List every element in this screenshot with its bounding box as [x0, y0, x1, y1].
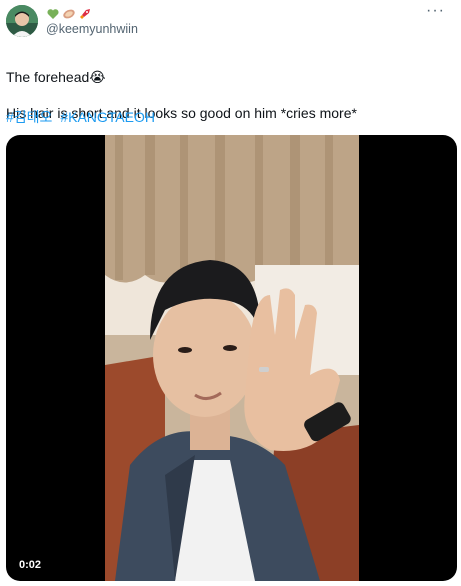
video-frame-image — [105, 135, 359, 581]
video-duration-badge: 0:02 — [14, 557, 47, 573]
hashtag-link[interactable]: #김태오 — [6, 109, 52, 125]
hashtags: #김태오 #KANGTAEOH — [6, 107, 159, 127]
green-heart-icon — [47, 9, 59, 19]
avatar[interactable] — [6, 5, 38, 37]
video-thumbnail[interactable] — [105, 135, 359, 581]
display-name[interactable] — [46, 6, 92, 22]
user-handle[interactable]: @keemyunhwiin — [46, 22, 138, 36]
video-player[interactable]: 0:02 — [6, 135, 457, 581]
tweet-line-1: The forehead😭 — [6, 69, 106, 85]
bread-icon — [63, 9, 75, 19]
rocket-icon — [80, 9, 90, 19]
hashtag-link[interactable]: #KANGTAEOH — [60, 109, 155, 125]
avatar-image — [6, 5, 38, 37]
tweet-card[interactable]: @keemyunhwiin ··· The forehead😭 His hair… — [0, 0, 461, 586]
more-options-icon[interactable]: ··· — [426, 2, 445, 20]
